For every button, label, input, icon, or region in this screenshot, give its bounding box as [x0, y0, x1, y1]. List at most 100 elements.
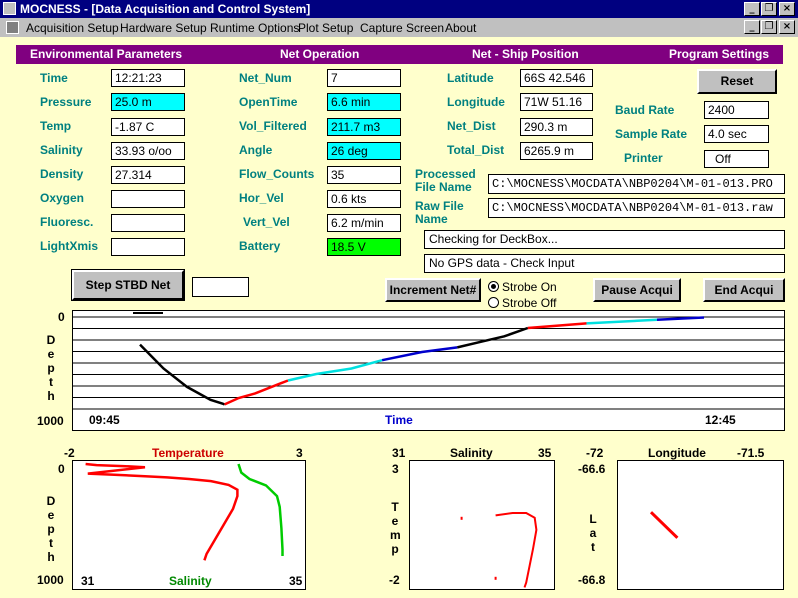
- ll-xmax: -71.5: [737, 446, 765, 460]
- reset-button[interactable]: Reset: [697, 69, 777, 94]
- menu-acquisition-setup[interactable]: Acquisition Setup: [26, 21, 119, 35]
- flow-counts-label: Flow_Counts: [239, 167, 315, 181]
- ll-ymin: -66.8: [578, 573, 606, 587]
- st-plot-title: Salinity: [450, 446, 493, 460]
- longitude-label: Longitude: [447, 95, 505, 109]
- strobe-off-radio[interactable]: Strobe Off: [488, 296, 556, 310]
- salinity-label: Salinity: [40, 143, 83, 157]
- restore-button[interactable]: ❐: [761, 2, 777, 16]
- temp-sal-depth-svg: [85, 462, 284, 561]
- strobe-on-radio[interactable]: Strobe On: [488, 280, 557, 294]
- raw-file-label: Raw File Name: [415, 199, 464, 226]
- time-label: Time: [40, 71, 68, 85]
- ts-outlier-point: [460, 516, 463, 520]
- depth-trace-segment: [381, 346, 458, 362]
- env-header: Environmental Parameters: [30, 47, 183, 61]
- latitude-label: Latitude: [447, 71, 494, 85]
- ts-depth-bottom: 1000: [37, 573, 64, 587]
- ts-diagram-trace: [495, 512, 538, 588]
- ll-plot-title: Longitude: [648, 446, 706, 460]
- strobe-off-label: Strobe Off: [502, 296, 557, 310]
- position-header: Net - Ship Position: [472, 47, 579, 61]
- minimize-button[interactable]: _: [744, 2, 760, 16]
- lon-lat-svg: [649, 511, 679, 539]
- ts-depth-top: 0: [58, 462, 65, 476]
- angle-field: 26 deg: [327, 142, 401, 160]
- ts-outlier-point: [494, 576, 497, 580]
- mdi-restore-button[interactable]: ❐: [761, 20, 777, 34]
- oxygen-label: Oxygen: [40, 191, 85, 205]
- processed-file-label: Processed File Name: [415, 167, 476, 194]
- mdi-minimize-button[interactable]: _: [744, 20, 760, 34]
- status-message-gps: No GPS data - Check Input: [424, 254, 785, 273]
- depth-trace-segment: [656, 316, 705, 322]
- sal-temp-svg: [460, 512, 538, 588]
- raw-file-field[interactable]: C:\MOCNESS\MOCDATA\NBP0204\M-01-013.raw: [488, 198, 785, 218]
- menu-runtime-options[interactable]: Runtime Options: [210, 21, 299, 35]
- strobe-on-label: Strobe On: [502, 280, 557, 294]
- oxygen-field: [111, 190, 185, 208]
- mdi-close-button[interactable]: ×: [779, 20, 795, 34]
- processed-file-field[interactable]: C:\MOCNESS\MOCDATA\NBP0204\M-01-013.PRO: [488, 174, 785, 194]
- st-xmax: 35: [538, 446, 552, 460]
- pause-acqui-button[interactable]: Pause Acqui: [593, 278, 681, 302]
- temp-field: -1.87 C: [111, 118, 185, 136]
- step-net-field[interactable]: [192, 277, 249, 297]
- sample-rate-field: 4.0 sec: [704, 125, 769, 143]
- lightxmis-label: LightXmis: [40, 239, 99, 253]
- sal-temp-plot: [409, 460, 555, 590]
- fluoresc-label: Fluoresc.: [40, 215, 94, 229]
- baud-rate-label: Baud Rate: [615, 103, 675, 117]
- hor-vel-label: Hor_Vel: [239, 191, 284, 205]
- printer-field: Off: [704, 150, 769, 168]
- fluoresc-field: [111, 214, 185, 232]
- close-button[interactable]: ×: [779, 2, 795, 16]
- ts-temp-min: -2: [64, 446, 75, 460]
- increment-net-button[interactable]: Increment Net#: [385, 278, 481, 302]
- menu-plot-setup[interactable]: Plot Setup: [298, 21, 353, 35]
- baud-rate-field: 2400: [704, 101, 769, 119]
- depth-plot-xlabel: Time: [385, 413, 413, 427]
- ship-track-line: [649, 511, 679, 539]
- temperature-depth-profile: [85, 462, 239, 561]
- window-title: MOCNESS - [Data Acquisition and Control …: [20, 2, 311, 16]
- salinity-depth-profile: [237, 463, 284, 556]
- ll-plot-ylabel: Lat: [589, 512, 597, 554]
- section-header: Environmental Parameters Net Operation N…: [16, 45, 783, 64]
- total-dist-field: 6265.9 m: [520, 142, 593, 160]
- ll-ymax: -66.6: [578, 462, 606, 476]
- settings-header: Program Settings: [669, 47, 770, 61]
- net-header: Net Operation: [280, 47, 360, 61]
- ts-plot-xlabel: Salinity: [169, 574, 212, 588]
- printer-label: Printer: [624, 151, 663, 165]
- density-label: Density: [40, 167, 84, 181]
- lon-lat-plot: [617, 460, 784, 590]
- app-icon[interactable]: [3, 2, 16, 15]
- menu-about[interactable]: About: [445, 21, 476, 35]
- ts-sal-min: 31: [81, 574, 95, 588]
- opentime-field: 6.6 min: [327, 93, 401, 111]
- vert-vel-label: Vert_Vel: [243, 215, 290, 229]
- step-stbd-net-button[interactable]: Step STBD Net: [71, 269, 185, 301]
- document-icon[interactable]: [6, 21, 19, 34]
- depth-time-plot: 09:45 Time 12:45: [72, 310, 785, 431]
- menu-hardware-setup[interactable]: Hardware Setup: [120, 21, 207, 35]
- radio-unselected-icon: [488, 297, 499, 308]
- st-plot-ylabel: Temp: [390, 500, 401, 556]
- ts-temp-max: 3: [296, 446, 303, 460]
- depth-trace-segment: [586, 318, 658, 325]
- pressure-field: 25.0 m: [111, 93, 185, 111]
- salinity-field: 33.93 o/oo: [111, 142, 185, 160]
- end-acqui-button[interactable]: End Acqui: [703, 278, 785, 302]
- net-dist-field: 290.3 m: [520, 118, 593, 136]
- pressure-label: Pressure: [40, 95, 92, 109]
- battery-label: Battery: [239, 239, 281, 253]
- depth-trace-segment: [224, 379, 289, 406]
- opentime-label: OpenTime: [239, 95, 298, 109]
- title-bar: MOCNESS - [Data Acquisition and Control …: [0, 0, 798, 18]
- net-num-field: 7: [327, 69, 401, 87]
- longitude-field: 71W 51.16: [520, 93, 593, 111]
- menu-capture-screen[interactable]: Capture Screen: [360, 21, 444, 35]
- st-xmin: 31: [392, 446, 406, 460]
- latitude-field: 66S 42.546: [520, 69, 593, 87]
